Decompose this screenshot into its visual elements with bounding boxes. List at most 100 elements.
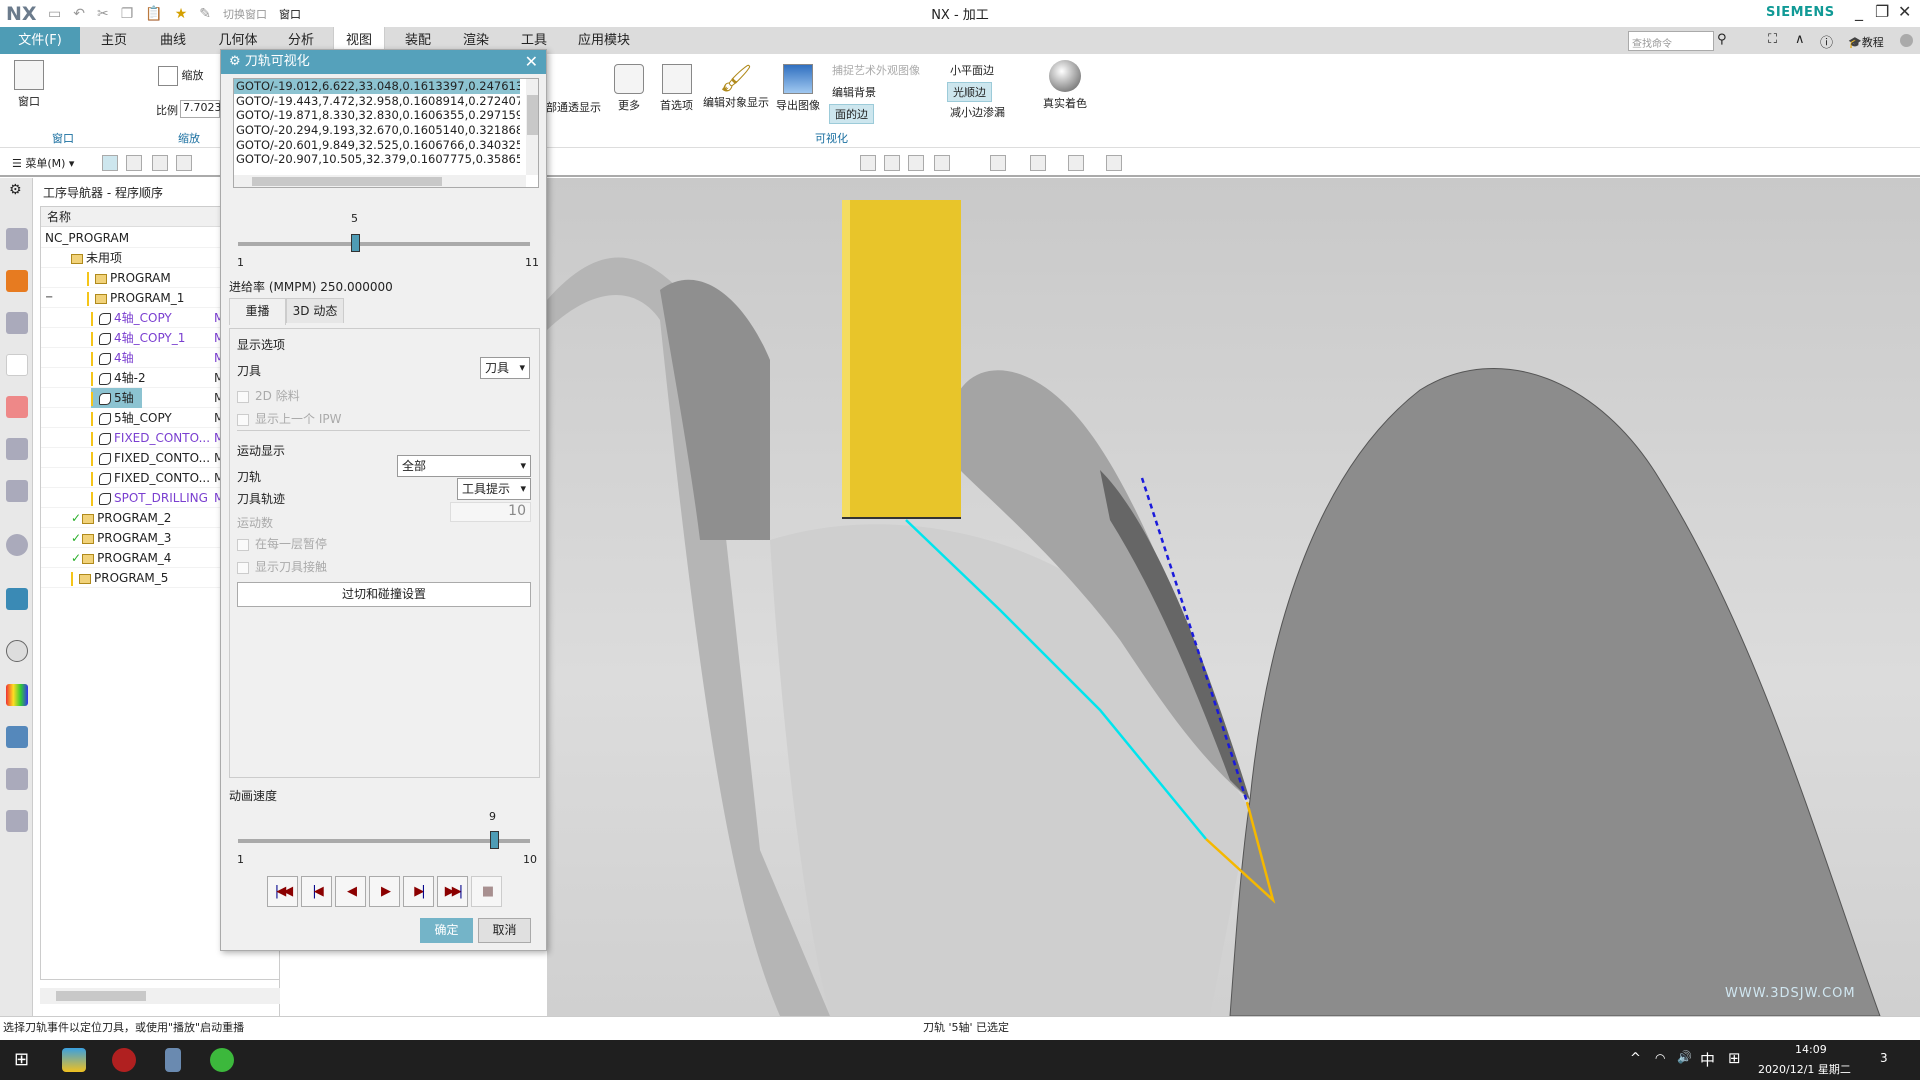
face-edges-button[interactable]: 面的边 [829,104,874,124]
view-icon[interactable] [860,155,876,171]
edit-background-button[interactable]: 编辑背景 [832,84,876,100]
step-backward-button[interactable]: ◀ [335,876,366,907]
slider-thumb[interactable] [351,234,361,252]
menu-button[interactable]: ☰ 菜单(M) ▾ [12,155,74,171]
notification-badge[interactable]: 3 [1880,1051,1888,1065]
window-button[interactable]: 窗口 [12,60,46,109]
volume-icon[interactable]: 🔊 [1677,1050,1692,1064]
restore-button[interactable]: ❐ [1875,2,1889,21]
facet-edges-button[interactable]: 小平面边 [950,62,994,78]
preferences-button[interactable]: 首选项 [660,64,693,113]
collapse-icon[interactable]: − [45,288,53,308]
tab-curve[interactable]: 曲线 [153,27,193,54]
tool-dropdown[interactable]: 刀具 [480,357,530,379]
role-icon[interactable] [6,810,28,832]
dialog-title-bar[interactable]: ⚙ 刀轨可视化 [221,50,546,74]
edit-object-display-button[interactable]: 🖌 编辑对象显示 [703,64,769,110]
layer-icon[interactable] [1106,155,1122,171]
pause-each-layer-checkbox[interactable]: 在每一层暂停 [237,535,327,552]
fullscreen-icon[interactable]: ⛶ [1768,32,1777,47]
goto-list[interactable]: GOTO/-19.012,6.622,33.048,0.1613397,0.24… [233,78,539,188]
goto-list-item[interactable]: GOTO/-19.871,8.330,32.830,0.1606355,0.29… [234,108,520,123]
motion-count-input[interactable]: 10 [450,502,531,522]
help-icon[interactable]: ⓘ [1820,32,1833,51]
command-search-input[interactable]: 查找命令 [1628,31,1714,51]
tab-home[interactable]: 主页 [94,27,134,54]
true-shading-button[interactable]: 真实着色 [1043,60,1087,111]
smooth-edges-button[interactable]: 光顺边 [947,82,992,102]
path-dropdown[interactable]: 全部 [397,455,531,477]
2d-removal-checkbox[interactable]: 2D 除料 [237,387,300,404]
rewind-to-start-button[interactable]: |◀◀ [267,876,298,907]
export-image-button[interactable]: 导出图像 [776,64,820,113]
gear-icon[interactable]: ⚙ [9,182,22,198]
tab-file[interactable]: 文件(F) [0,27,80,54]
fast-forward-to-end-button[interactable]: ▶▶| [437,876,468,907]
slider-thumb[interactable] [489,831,499,849]
reduce-edge-bleed-button[interactable]: 减小边渗漏 [950,104,1005,120]
calculator-icon[interactable] [165,1048,181,1072]
scale-input[interactable]: 7.7023 [180,100,222,118]
close-icon[interactable]: ✕ [525,50,538,74]
windows-start-icon[interactable]: ⊞ [14,1049,29,1070]
goto-list-item[interactable]: GOTO/-20.907,10.505,32.379,0.1607775,0.3… [234,152,520,167]
process-studio-icon[interactable] [6,726,28,748]
step-back-to-start-button[interactable]: |◀ [301,876,332,907]
filter-icon[interactable] [126,155,142,171]
goto-list-item[interactable]: GOTO/-20.601,9.849,32.525,0.1606766,0.34… [234,138,520,153]
more-button[interactable]: 更多 [612,64,646,113]
constraint-navigator-icon[interactable] [6,270,28,292]
clock-date[interactable]: 2020/12/1 星期二 [1758,1061,1851,1077]
tutorial-button[interactable]: 🎓教程 [1848,34,1884,50]
collapse-ribbon-icon[interactable]: ∧ [1795,32,1805,47]
keyboard-icon[interactable]: ⊞ [1728,1049,1741,1067]
filter-icon[interactable] [176,155,192,171]
animation-speed-slider[interactable] [238,831,530,849]
tab-application[interactable]: 应用模块 [572,27,636,54]
play-forward-button[interactable]: ▶ [369,876,400,907]
web-browser-icon[interactable] [6,588,28,610]
machining-feature-icon[interactable] [6,438,28,460]
info-icon[interactable] [6,534,28,556]
tab-3d-dynamic[interactable]: 3D 动态 [286,298,344,323]
orient-icon[interactable] [1068,155,1084,171]
show-tool-contact-checkbox[interactable]: 显示刀具接触 [237,558,327,575]
tray-chevron-icon[interactable]: ^ [1630,1051,1641,1066]
assembly-navigator-icon[interactable] [6,228,28,250]
horizontal-scrollbar[interactable] [234,175,526,187]
tab-replay[interactable]: 重播 [229,298,286,325]
app-icon[interactable] [210,1048,234,1072]
search-icon[interactable]: ⚲ [1717,32,1727,47]
cancel-button[interactable]: 取消 [478,918,531,943]
app-icon[interactable] [112,1048,136,1072]
filter-icon[interactable] [152,155,168,171]
history-icon[interactable] [6,640,28,662]
fit-icon[interactable] [990,155,1006,171]
machine-tool-navigator-icon[interactable] [6,396,28,418]
palette-icon[interactable] [6,684,28,706]
clock-time[interactable]: 14:09 [1795,1043,1827,1056]
ok-button[interactable]: 确定 [420,918,473,943]
stop-button[interactable]: ■ [471,876,502,907]
part-navigator-icon[interactable] [6,312,28,334]
graphics-viewport[interactable]: WWW.3DSJW.COM [547,178,1920,1016]
tool-trace-dropdown[interactable]: 工具提示 [457,478,531,500]
show-previous-ipw-checkbox[interactable]: 显示上一个 IPW [237,410,341,427]
shaded-icon[interactable] [934,155,950,171]
close-button[interactable]: ✕ [1898,2,1911,21]
operation-navigator-icon[interactable] [6,354,28,376]
selection-filter-icon[interactable] [102,155,118,171]
minimize-button[interactable]: _ [1855,2,1863,21]
ime-indicator[interactable]: 中 [1700,1049,1715,1070]
zoom-button[interactable]: 缩放 [158,66,204,86]
wifi-icon[interactable]: ◠ [1655,1051,1665,1065]
pan-icon[interactable] [884,155,900,171]
goto-list-item[interactable]: GOTO/-19.443,7.472,32.958,0.1608914,0.27… [234,94,520,109]
transparency-button[interactable]: 部通透显示 [546,99,601,115]
rotate-icon[interactable] [908,155,924,171]
nx-app-icon[interactable] [62,1048,86,1072]
capture-art-image-button[interactable]: 捕捉艺术外观图像 [832,62,920,78]
step-forward-button[interactable]: ▶| [403,876,434,907]
position-slider[interactable] [238,234,530,252]
vertical-scrollbar[interactable] [526,79,538,175]
